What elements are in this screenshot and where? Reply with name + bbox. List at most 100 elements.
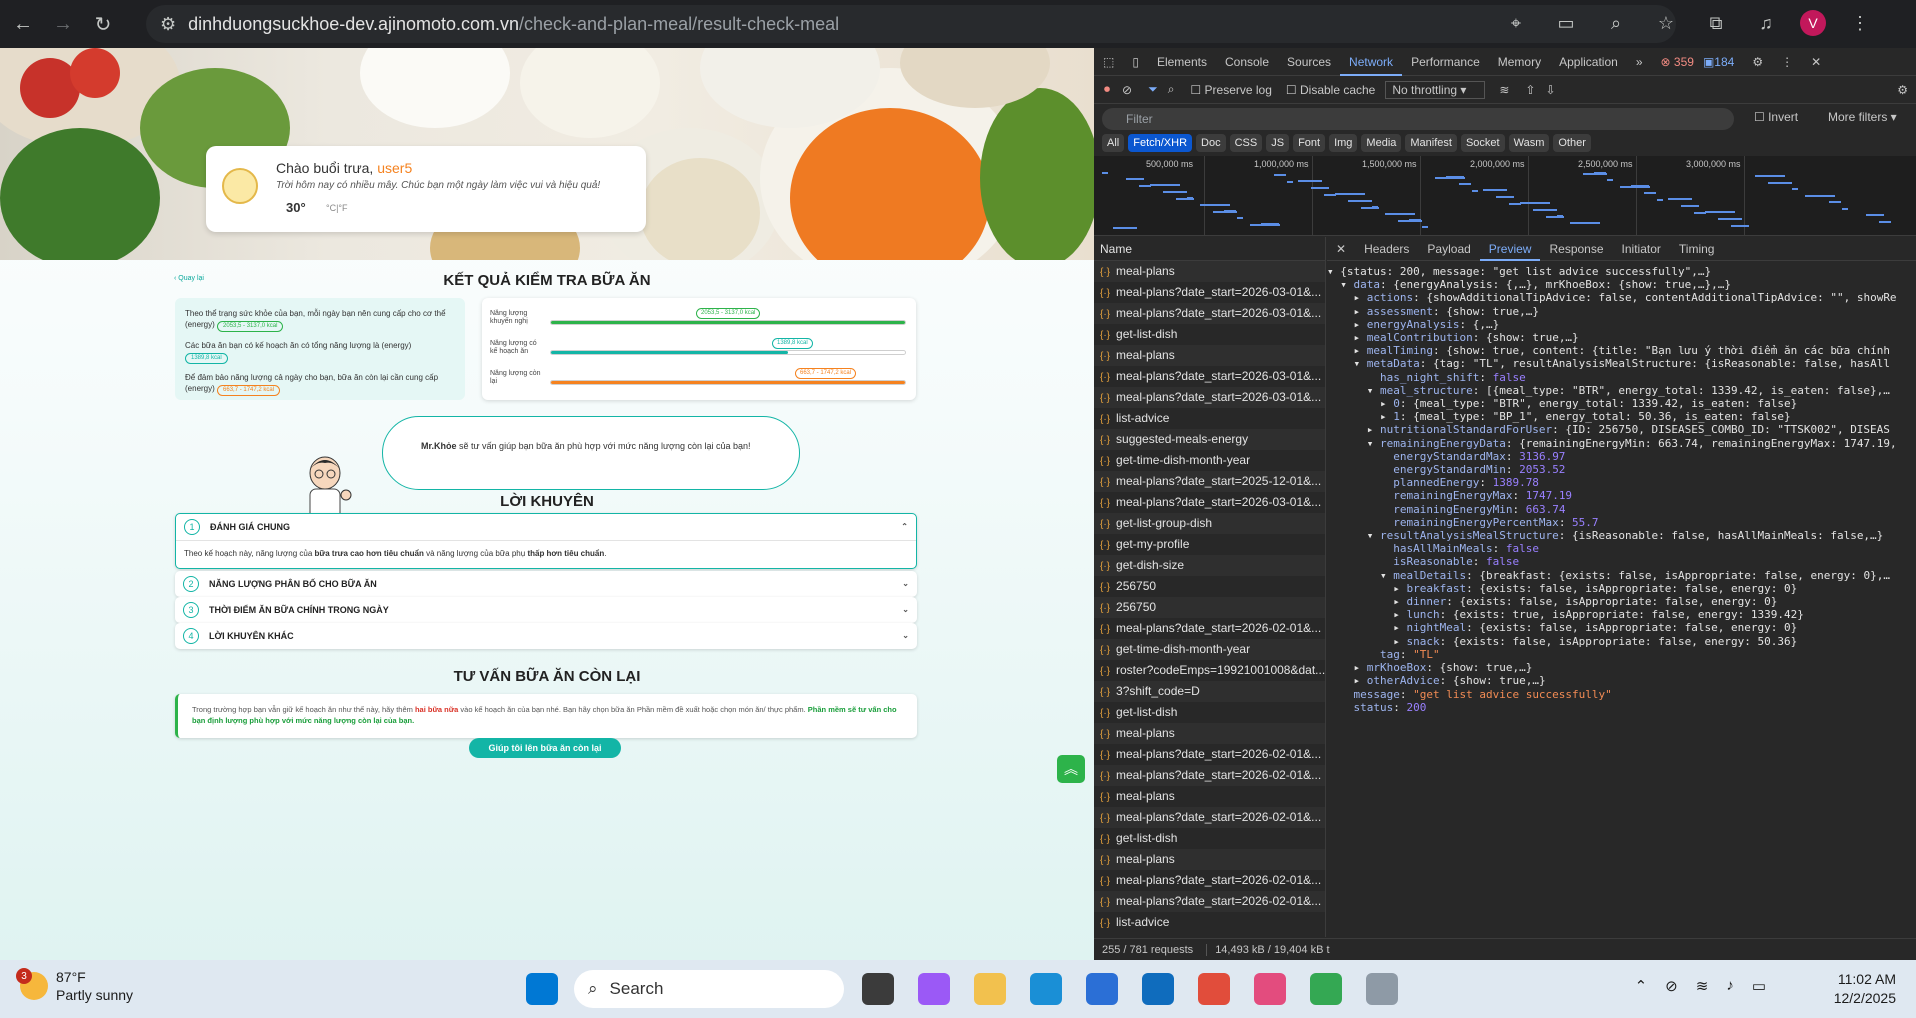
request-row[interactable]: {·} get-time-dish-month-year	[1094, 639, 1325, 660]
back-icon[interactable]: ←	[6, 7, 40, 41]
tab-network[interactable]: Network	[1340, 48, 1403, 76]
json-tree-line[interactable]: ▸ mealContribution: {show: true,…}	[1327, 331, 1916, 344]
clock[interactable]: 11:02 AM 12/2/2025	[1834, 970, 1896, 1008]
json-tree-line[interactable]: ▾ metaData: {tag: "TL", resultAnalysisMe…	[1327, 357, 1916, 370]
tab-sources[interactable]: Sources	[1278, 48, 1340, 76]
tab-console[interactable]: Console	[1216, 48, 1278, 76]
taskbar-search[interactable]: ⌕ Search	[574, 970, 844, 1008]
profile-avatar[interactable]: V	[1800, 10, 1826, 36]
tab-memory[interactable]: Memory	[1489, 48, 1550, 76]
request-row[interactable]: {·} meal-plans	[1094, 849, 1325, 870]
install-app-icon[interactable]: ▭	[1550, 7, 1582, 39]
settings-gear-icon[interactable]: ⚙	[1743, 48, 1772, 76]
json-tree-line[interactable]: plannedEnergy: 1389.78	[1327, 476, 1916, 489]
request-row[interactable]: {·} 256750	[1094, 576, 1325, 597]
request-row[interactable]: {·} meal-plans?date_start=2026-03-01&...	[1094, 366, 1325, 387]
json-tree-line[interactable]: energyStandardMax: 3136.97	[1327, 450, 1916, 463]
request-row[interactable]: {·} get-list-dish	[1094, 702, 1325, 723]
devtools-menu-icon[interactable]: ⋮	[1772, 48, 1802, 76]
accordion-header[interactable]: 4 LỜI KHUYÊN KHÁC ⌄	[175, 623, 917, 649]
json-tree-line[interactable]: energyStandardMin: 2053.52	[1327, 463, 1916, 476]
tray-chevron-icon[interactable]: ⌃	[1635, 977, 1648, 995]
request-row[interactable]: {·} 3?shift_code=D	[1094, 681, 1325, 702]
request-row[interactable]: {·} meal-plans?date_start=2026-03-01&...	[1094, 387, 1325, 408]
outlook-icon[interactable]	[1142, 973, 1174, 1005]
request-row[interactable]: {·} meal-plans?date_start=2026-03-01&...	[1094, 492, 1325, 513]
request-row[interactable]: {·} meal-plans	[1094, 723, 1325, 744]
address-bar[interactable]: ⚙ dinhduongsuckhoe-dev.ajinomoto.com.vn /…	[146, 5, 1676, 43]
filter-icon[interactable]: ⏷	[1148, 82, 1158, 97]
request-row[interactable]: {·} meal-plans?date_start=2026-03-01&...	[1094, 303, 1325, 324]
reload-icon[interactable]: ↻	[86, 7, 120, 41]
json-tree-line[interactable]: ▾ meal_structure: [{meal_type: "BTR", en…	[1327, 384, 1916, 397]
tab-performance[interactable]: Performance	[1402, 48, 1489, 76]
json-tree-line[interactable]: ▾ resultAnalysisMealStructure: {isReason…	[1327, 529, 1916, 542]
export-har-icon[interactable]: ⇩	[1545, 83, 1555, 97]
json-tree[interactable]: ▾ {status: 200, message: "get list advic…	[1327, 261, 1916, 714]
weather-widget[interactable]: 3 87°F Partly sunny	[16, 968, 133, 1004]
json-tree-line[interactable]: status: 200	[1327, 701, 1916, 714]
json-tree-line[interactable]: ▸ nutritionalStandardForUser: {ID: 25675…	[1327, 423, 1916, 436]
json-tree-line[interactable]: ▸ nightMeal: {exists: false, isAppropria…	[1327, 621, 1916, 634]
request-row[interactable]: {·} meal-plans?date_start=2026-02-01&...	[1094, 870, 1325, 891]
request-row[interactable]: {·} list-advice	[1094, 912, 1325, 933]
task-view-icon[interactable]	[862, 973, 894, 1005]
request-row[interactable]: {·} 256750	[1094, 597, 1325, 618]
json-tree-line[interactable]: tag: "TL"	[1327, 648, 1916, 661]
filter-chip-img[interactable]: Img	[1329, 134, 1358, 152]
json-tree-line[interactable]: ▸ actions: {showAdditionalTipAdvice: fal…	[1327, 291, 1916, 304]
import-har-icon[interactable]: ⇧	[1525, 83, 1535, 97]
filter-input[interactable]: Filter	[1102, 108, 1734, 130]
accordion-other-advice[interactable]: 4 LỜI KHUYÊN KHÁC ⌄	[175, 623, 917, 649]
json-tree-line[interactable]: isReasonable: false	[1327, 555, 1916, 568]
accordion-main-meal-timing[interactable]: 3 THỜI ĐIỂM ĂN BỮA CHÍNH TRONG NGÀY ⌄	[175, 597, 917, 623]
json-tree-line[interactable]: ▸ assessment: {show: true,…}	[1327, 305, 1916, 318]
close-devtools-icon[interactable]: ✕	[1802, 48, 1830, 76]
more-filters-dropdown[interactable]: More filters ▾	[1828, 110, 1897, 124]
chevron-down-icon[interactable]: ⌄	[902, 579, 909, 588]
invert-checkbox[interactable]: ☐ Invert	[1754, 110, 1798, 124]
json-tree-line[interactable]: ▸ energyAnalysis: {,…}	[1327, 318, 1916, 331]
tab-application[interactable]: Application	[1550, 48, 1627, 76]
start-windows-icon[interactable]	[526, 973, 558, 1005]
json-tree-line[interactable]: ▸ mrKhoeBox: {show: true,…}	[1327, 661, 1916, 674]
detail-tab-timing[interactable]: Timing	[1670, 237, 1724, 261]
filter-chip-js[interactable]: JS	[1266, 134, 1290, 152]
request-row[interactable]: {·} meal-plans?date_start=2026-02-01&...	[1094, 807, 1325, 828]
request-row[interactable]: {·} get-list-dish	[1094, 828, 1325, 849]
json-tree-line[interactable]: ▾ {status: 200, message: "get list advic…	[1327, 265, 1916, 278]
active-app-icon[interactable]	[1254, 973, 1286, 1005]
volume-icon[interactable]: ♪	[1726, 977, 1734, 995]
filter-chip-doc[interactable]: Doc	[1196, 134, 1226, 152]
json-tree-line[interactable]: has_night_shift: false	[1327, 371, 1916, 384]
chevron-down-icon[interactable]: ⌄	[902, 605, 909, 614]
name-column-header[interactable]: Name	[1094, 237, 1325, 261]
search-icon[interactable]: ⌕	[1168, 82, 1175, 97]
filter-chip-all[interactable]: All	[1102, 134, 1125, 152]
filter-chip-manifest[interactable]: Manifest	[1405, 134, 1457, 152]
scroll-to-top-icon[interactable]: ︽	[1057, 755, 1085, 783]
chrome-icon[interactable]	[1310, 973, 1342, 1005]
site-info-icon[interactable]: ⚙	[160, 14, 176, 35]
bookmark-star-icon[interactable]: ☆	[1650, 7, 1682, 39]
location-icon[interactable]: ⌖	[1500, 7, 1532, 39]
zoom-icon[interactable]: ⌕	[1600, 7, 1632, 39]
json-tree-line[interactable]: remainingEnergyPercentMax: 55.7	[1327, 516, 1916, 529]
device-toggle-icon[interactable]: ▯	[1123, 48, 1148, 76]
throttling-select[interactable]: No throttling ▾	[1385, 80, 1486, 99]
request-row[interactable]: {·} meal-plans?date_start=2026-02-01&...	[1094, 891, 1325, 912]
filter-chip-wasm[interactable]: Wasm	[1508, 134, 1550, 152]
disable-cache-checkbox[interactable]: ☐ Disable cache	[1286, 83, 1375, 97]
request-row[interactable]: {·} meal-plans	[1094, 786, 1325, 807]
accordion-header[interactable]: 2 NĂNG LƯỢNG PHÂN BỐ CHO BỮA ĂN ⌄	[175, 571, 917, 597]
filter-chip-font[interactable]: Font	[1293, 134, 1326, 152]
battery-icon[interactable]: ▭	[1752, 977, 1766, 995]
filter-chip-other[interactable]: Other	[1553, 134, 1591, 152]
request-row[interactable]: {·} meal-plans?date_start=2025-12-01&...	[1094, 471, 1325, 492]
forward-icon[interactable]: →	[46, 7, 80, 41]
detail-tab-initiator[interactable]: Initiator	[1613, 237, 1670, 261]
json-tree-line[interactable]: ▾ remainingEnergyData: {remainingEnergyM…	[1327, 437, 1916, 450]
chevron-down-icon[interactable]: ⌄	[902, 631, 909, 640]
json-tree-line[interactable]: ▸ snack: {exists: false, isAppropriate: …	[1327, 635, 1916, 648]
request-row[interactable]: {·} get-time-dish-month-year	[1094, 450, 1325, 471]
